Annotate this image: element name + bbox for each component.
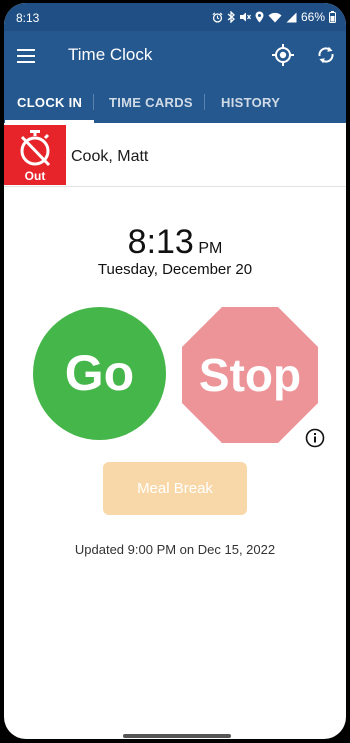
info-icon (305, 428, 325, 448)
status-badge: Out (4, 125, 66, 185)
tab-time-cards[interactable]: TIME CARDS (109, 81, 193, 123)
gps-target-icon (272, 44, 294, 66)
tab-clock-in[interactable]: CLOCK IN (4, 81, 95, 123)
current-date: Tuesday, December 20 (97, 261, 253, 278)
info-button[interactable] (305, 428, 325, 448)
home-indicator[interactable] (123, 734, 231, 738)
menu-button[interactable] (14, 44, 40, 68)
gps-button[interactable] (270, 42, 296, 68)
current-time: 8:13 PM (4, 223, 346, 262)
tab-bar: CLOCK IN TIME CARDS HISTORY (4, 81, 346, 123)
alarm-icon (212, 11, 223, 23)
last-updated-text: Updated 9:00 PM on Dec 15, 2022 (74, 542, 276, 557)
time-value: 8:13 (127, 223, 194, 261)
sync-icon (318, 46, 334, 64)
mute-icon (239, 12, 251, 22)
tab-divider (93, 94, 94, 110)
status-label: Out (24, 169, 46, 183)
screen: 8:13 66% Time Clock CLOCK IN TIME CARDS … (4, 3, 346, 739)
stopwatch-off-icon (20, 130, 51, 167)
battery-percent: 66% (300, 10, 325, 24)
signal-icon (286, 12, 297, 22)
app-bar: Time Clock (4, 31, 346, 81)
go-label: Go (64, 345, 135, 401)
meal-break-button[interactable]: Meal Break (103, 462, 247, 515)
app-title: Time Clock (68, 45, 153, 64)
menu-icon (17, 49, 35, 63)
stop-label: Stop (198, 349, 302, 401)
employee-row[interactable]: Out Cook, Matt (4, 123, 346, 187)
battery-icon (329, 11, 336, 23)
bluetooth-icon (227, 11, 235, 23)
wifi-icon (268, 12, 282, 22)
time-ampm: PM (198, 240, 223, 257)
phone-frame: 8:13 66% Time Clock CLOCK IN TIME CARDS … (0, 0, 350, 743)
stop-button[interactable]: Stop (182, 307, 318, 443)
go-button[interactable]: Go (33, 307, 166, 440)
status-time: 8:13 (16, 11, 40, 25)
status-bar: 8:13 66% (4, 3, 346, 31)
tab-history[interactable]: HISTORY (221, 81, 280, 123)
location-icon (255, 11, 264, 23)
sync-button[interactable] (313, 42, 339, 68)
status-icons: 66% (212, 10, 336, 24)
tab-divider (204, 94, 205, 110)
employee-name: Cook, Matt (71, 148, 149, 165)
